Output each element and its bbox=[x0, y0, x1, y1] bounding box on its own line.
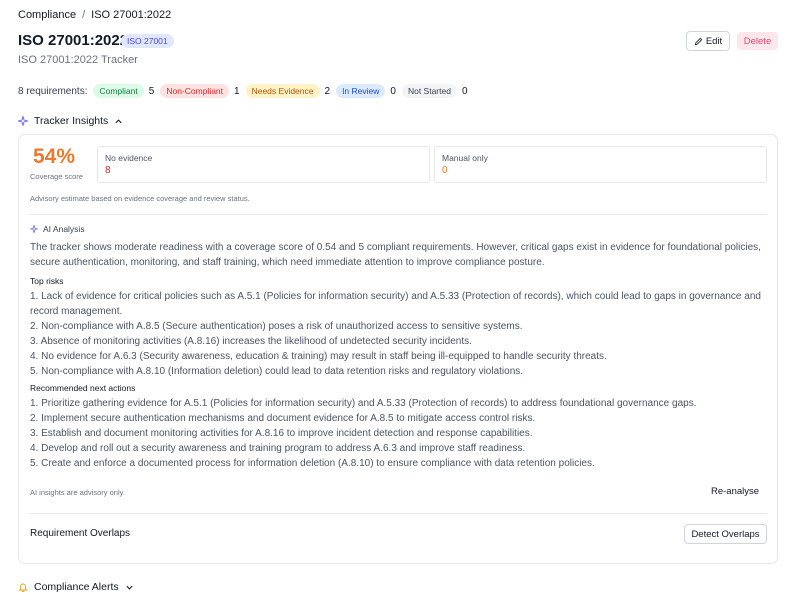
status-badge-in-review[interactable]: In Review bbox=[336, 84, 386, 98]
top-risks-list: 1. Lack of evidence for critical policie… bbox=[30, 289, 772, 379]
advisory-note: Advisory estimate based on evidence cove… bbox=[30, 194, 250, 203]
divider bbox=[30, 214, 767, 215]
list-item: 5. Non-compliance with A.8.10 (Informati… bbox=[30, 366, 524, 377]
list-item: 3. Establish and document monitoring act… bbox=[30, 428, 533, 439]
breadcrumb-current: ISO 27001:2022 bbox=[91, 9, 172, 21]
metric-no-evidence-label: No evidence bbox=[105, 153, 153, 163]
metric-manual-only-value: 0 bbox=[442, 165, 448, 176]
sparkle-icon bbox=[18, 116, 28, 126]
next-actions-title: Recommended next actions bbox=[30, 383, 136, 393]
tracker-insights-title: Tracker Insights bbox=[34, 115, 109, 127]
ai-advisory-note: AI insights are advisory only. bbox=[30, 488, 125, 497]
status-count-needs-evidence: 2 bbox=[324, 85, 331, 97]
page-title: ISO 27001:2022 bbox=[18, 32, 129, 49]
breadcrumb-compliance[interactable]: Compliance bbox=[18, 9, 76, 21]
status-count-non-compliant: 1 bbox=[234, 85, 240, 97]
ai-analysis-title: AI Analysis bbox=[43, 224, 85, 234]
requirement-overlaps-title: Requirement Overlaps bbox=[30, 528, 131, 539]
top-risks-title: Top risks bbox=[30, 276, 64, 286]
list-item: 3. Absence of monitoring activities (A.8… bbox=[30, 336, 472, 347]
page-subtitle: ISO 27001:2022 Tracker bbox=[18, 54, 138, 66]
status-badge-needs-evidence[interactable]: Needs Evidence bbox=[245, 84, 320, 98]
ai-analysis-header: AI Analysis bbox=[30, 224, 85, 234]
divider bbox=[30, 513, 767, 514]
list-item: 1. Lack of evidence for critical policie… bbox=[30, 291, 761, 317]
detect-overlaps-label: Detect Overlaps bbox=[691, 528, 760, 540]
breadcrumb-separator: / bbox=[82, 9, 86, 21]
tracker-insights-toggle[interactable]: Tracker Insights bbox=[18, 115, 123, 127]
sparkle-icon bbox=[30, 225, 38, 233]
metric-no-evidence-value: 8 bbox=[105, 165, 111, 176]
pencil-icon bbox=[694, 37, 703, 45]
coverage-score-value: 54% bbox=[33, 145, 76, 168]
metric-manual-only-label: Manual only bbox=[442, 153, 488, 163]
reanalyse-button[interactable]: Re-analyse bbox=[711, 486, 759, 497]
next-actions-list: 1. Prioritize gathering evidence for A.5… bbox=[30, 396, 772, 471]
metric-no-evidence: No evidence 8 bbox=[97, 146, 430, 183]
breadcrumb: Compliance / ISO 27001:2022 bbox=[18, 9, 171, 21]
status-count-in-review: 0 bbox=[390, 85, 396, 97]
status-count-compliant: 5 bbox=[148, 85, 155, 97]
bell-icon bbox=[18, 583, 28, 592]
delete-label: Delete bbox=[743, 35, 772, 47]
chevron-up-icon bbox=[115, 118, 122, 123]
coverage-score-label: Coverage score bbox=[30, 172, 83, 181]
compliance-alerts-toggle[interactable]: Compliance Alerts bbox=[18, 581, 134, 593]
list-item: 2. Non-compliance with A.8.5 (Secure aut… bbox=[30, 321, 523, 332]
detect-overlaps-button[interactable]: Detect Overlaps bbox=[684, 524, 767, 544]
status-badge-compliant[interactable]: Compliant bbox=[93, 84, 144, 98]
delete-button[interactable]: Delete bbox=[737, 32, 778, 50]
edit-label: Edit bbox=[705, 35, 723, 47]
edit-button[interactable]: Edit bbox=[686, 31, 730, 51]
list-item: 5. Create and enforce a documented proce… bbox=[30, 458, 595, 469]
list-item: 1. Prioritize gathering evidence for A.5… bbox=[30, 398, 697, 409]
compliance-alerts-title: Compliance Alerts bbox=[34, 581, 119, 593]
chevron-down-icon bbox=[126, 585, 133, 590]
standard-badge: ISO 27001 bbox=[121, 34, 174, 48]
status-count-not-started: 0 bbox=[461, 85, 468, 97]
ai-summary: The tracker shows moderate readiness wit… bbox=[30, 242, 761, 268]
status-badge-non-compliant[interactable]: Non-Compliant bbox=[160, 84, 230, 98]
requirements-count-label: 8 requirements: bbox=[18, 85, 88, 97]
list-item: 4. No evidence for A.6.3 (Security aware… bbox=[30, 351, 607, 362]
list-item: 4. Develop and roll out a security aware… bbox=[30, 443, 526, 454]
metric-manual-only: Manual only 0 bbox=[434, 146, 767, 183]
status-badge-not-started[interactable]: Not Started bbox=[401, 84, 457, 98]
list-item: 2. Implement secure authentication mecha… bbox=[30, 413, 536, 424]
requirements-summary: 8 requirements: Compliant 5 Non-Complian… bbox=[18, 84, 468, 98]
